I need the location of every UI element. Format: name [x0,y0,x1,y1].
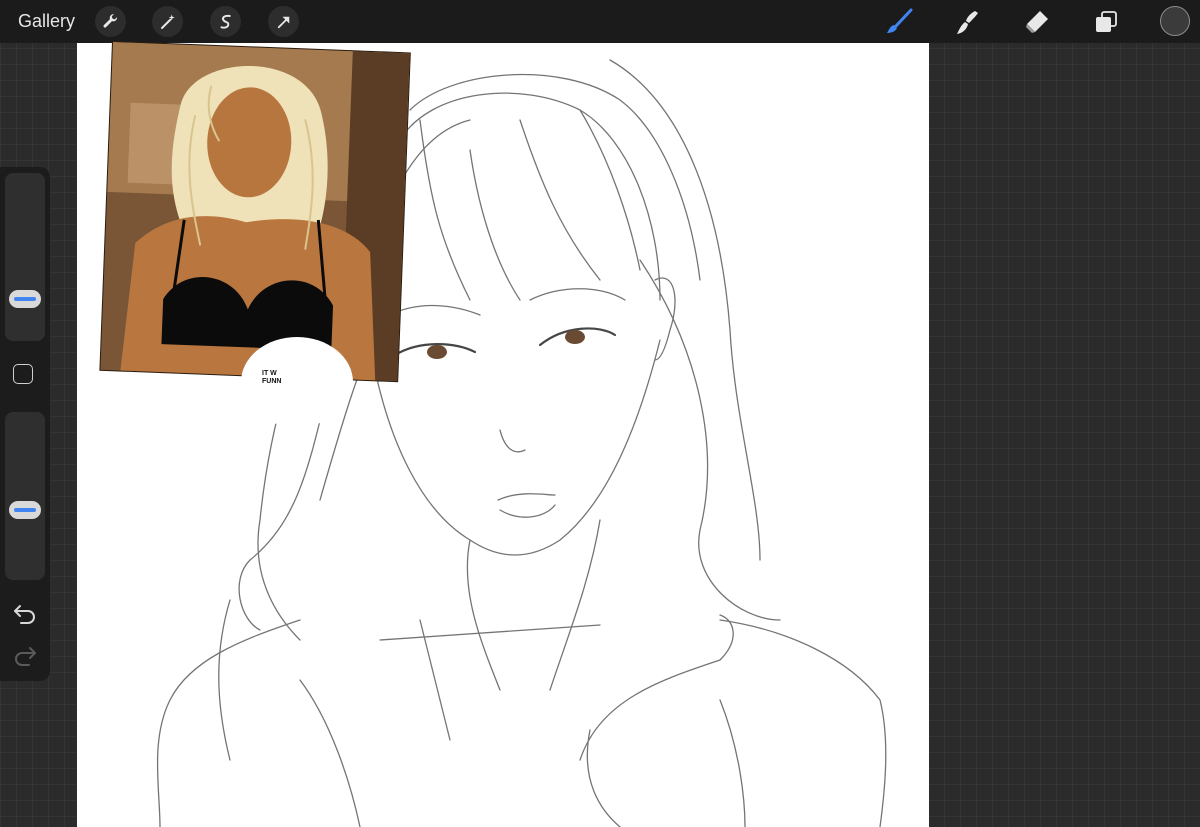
eraser-tool[interactable] [1020,5,1054,39]
redo-icon[interactable] [12,644,38,666]
layers-icon [1096,11,1117,32]
brush-tool[interactable] [882,5,916,39]
wrench-icon [103,13,117,28]
transform-button[interactable] [268,6,299,37]
smudge-tool[interactable] [950,5,984,39]
speech-bubble-text: IT W FUNN [262,370,282,385]
adjustments-button[interactable] [152,6,183,37]
magic-wand-icon [160,14,175,29]
transform-arrow-icon [277,16,289,28]
reference-illustration [100,42,410,382]
layers-tool[interactable] [1089,5,1123,39]
brush-size-slider[interactable] [5,173,45,341]
gallery-button[interactable]: Gallery [18,11,75,32]
eraser-icon [1026,11,1048,33]
top-toolbar: Gallery [0,0,1200,43]
selection-icon [220,14,231,29]
brush-icon [887,8,913,33]
opacity-slider[interactable] [5,412,45,580]
speech-bubble [241,337,353,427]
brush-size-handle[interactable] [9,290,41,308]
reference-image[interactable] [100,42,410,382]
actions-button[interactable] [95,6,126,37]
opacity-handle[interactable] [9,501,41,519]
smudge-icon [957,11,978,34]
left-sidebar [0,167,50,681]
modify-button[interactable] [13,364,33,384]
undo-icon[interactable] [12,602,38,624]
color-picker-button[interactable] [1160,6,1190,36]
selection-button[interactable] [210,6,241,37]
